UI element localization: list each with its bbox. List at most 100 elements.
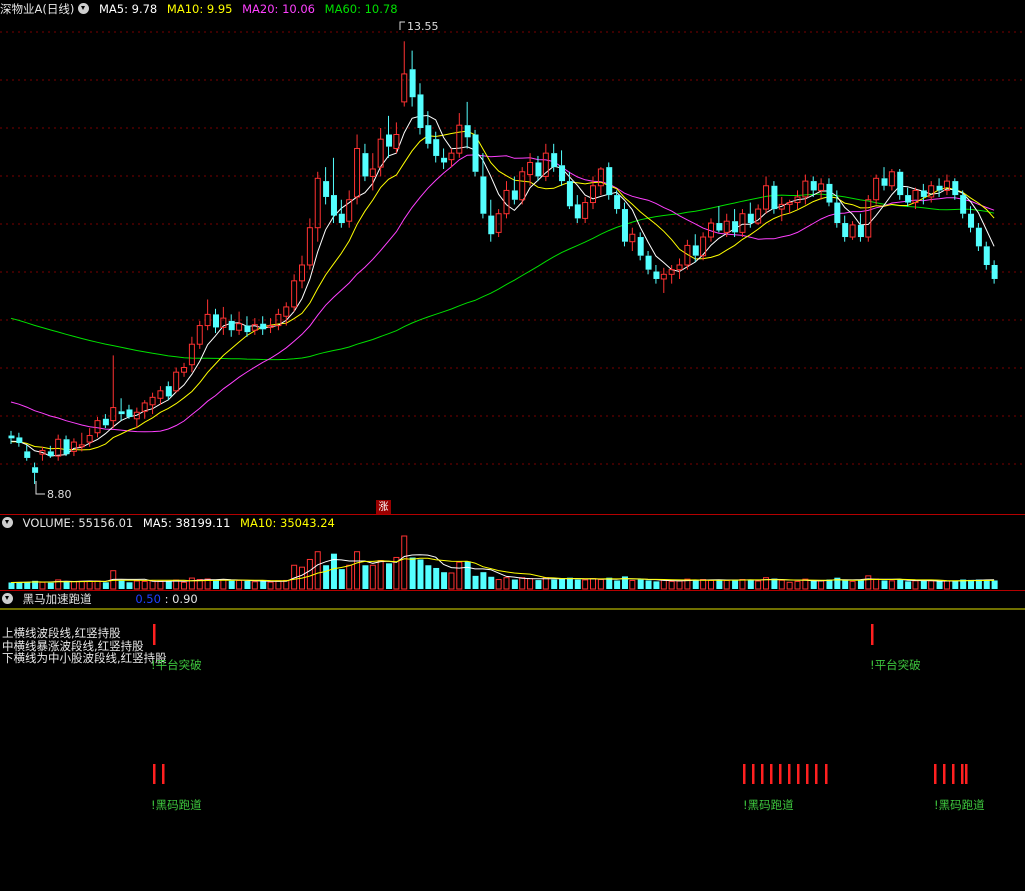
volume-bar [676,580,683,590]
candle-body [165,386,172,397]
candle-body [448,152,455,161]
volume-bar [118,580,125,589]
volume-bar [865,575,872,590]
candle-body [637,237,644,256]
candle-body [86,435,93,443]
dark-horse-signal-bar [952,764,955,784]
candle-body [527,161,534,176]
volume-bar [149,580,156,590]
volume-bar [220,579,227,590]
volume-bar [212,580,219,589]
volume-bar [818,580,825,590]
candle-body [716,223,723,231]
dark-horse-signal-bar [788,764,791,784]
volume-bar [401,535,408,590]
volume-bar [653,581,660,589]
volume-bar [943,580,950,590]
dark-horse-signal-bar [797,764,800,784]
volume-bar [260,581,267,589]
volume-bar [306,558,313,590]
dark-horse-signal-bar [806,764,809,784]
candle-body [314,177,321,229]
dropdown-icon[interactable] [2,517,13,528]
volume-bar [464,561,471,589]
candle-body [952,181,959,196]
volume-bar [590,578,597,590]
candle-body [559,165,566,182]
candle-body [188,343,195,366]
candle-body [566,181,573,207]
candle-body [433,139,440,156]
candle-body [495,213,502,233]
candle-body [842,223,849,238]
candle-body [771,185,778,210]
candle-body [338,213,345,224]
volume-bar [236,579,243,590]
ma10-line [10,130,995,451]
volume-bar [354,551,361,590]
candle-body [63,439,70,455]
volume-bar [377,560,384,590]
candle-body [110,407,117,422]
volume-bar [409,557,416,589]
candle-body [102,418,109,426]
volume-bar [739,579,746,590]
candle-body [472,134,479,172]
volume-bar [16,582,23,589]
volume-bar [39,581,46,590]
candle-body [614,195,621,210]
volume-bar [888,580,895,590]
volume-bar [165,581,172,589]
volume-bar [936,581,943,589]
candle-body [857,224,864,238]
candle-body [590,185,597,204]
volume-bar [810,581,817,589]
candle-body [763,185,770,210]
volume-bar [133,580,140,590]
volume-bar [668,580,675,590]
signal-label-platform-breakout: !平台突破 [151,658,202,672]
volume-bar [873,578,880,590]
dark-horse-signal-bar [779,764,782,784]
dropdown-icon[interactable] [2,593,13,604]
volume-bar [983,579,990,589]
volume-bar [857,579,864,589]
volume-bar [244,581,251,589]
volume-bar [849,580,856,590]
volume-bar [968,579,975,589]
dark-horse-signal-bar [943,764,946,784]
dark-horse-signal-bar [815,764,818,784]
dark-horse-signal-bar [965,764,968,784]
candle-body [330,195,337,216]
candle-body [888,171,895,187]
candle-body [464,125,471,138]
volume-bar [723,579,730,590]
candle-body [983,246,990,265]
candle-body [291,280,298,308]
volume-bar [362,565,369,589]
volume-bar [952,580,959,589]
indicator-value-1: 0.50 [135,592,161,606]
volume-bar [794,580,801,590]
candle-body [535,162,542,177]
price-chart[interactable] [0,0,1025,891]
volume-bar [488,576,495,589]
volume-bar [559,578,566,589]
volume-bar [102,582,109,589]
volume-bar [157,580,164,590]
candle-body [283,306,290,317]
high-marker [399,21,405,30]
volume-bar [346,564,353,590]
candle-body [417,94,424,128]
volume-bar [417,559,424,589]
volume-bar [330,553,337,589]
limit-up-badge[interactable]: 涨 [376,500,391,515]
candle-body [149,396,156,406]
signal-label-dark-horse: !黑码跑道 [151,798,202,812]
candle-body [323,181,330,197]
candle-body [968,213,975,228]
indicator-header: 黑马加速跑道 0.50 : 0.90 [0,591,204,607]
candle-body [723,220,730,233]
volume-bar [267,581,274,590]
indicator-title: 黑马加速跑道 [22,592,92,606]
